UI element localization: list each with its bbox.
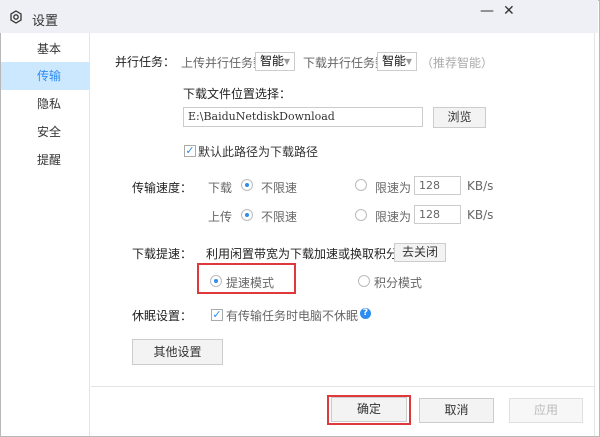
gear-icon	[10, 10, 22, 24]
download-limit-radio[interactable]	[355, 179, 367, 191]
no-sleep-checkbox[interactable]: ✓	[211, 309, 223, 321]
sidebar-item-transfer[interactable]: 传输	[1, 62, 89, 90]
no-sleep-label: 有传输任务时电脑不休眠	[226, 309, 359, 323]
upload-unlimited-radio[interactable]	[241, 209, 253, 221]
points-mode-radio[interactable]	[358, 275, 370, 287]
download-speed-label: 下载	[208, 181, 233, 195]
apply-button[interactable]: 应用	[509, 398, 583, 423]
location-label: 下载文件位置选择：	[183, 87, 292, 101]
boost-label: 下载提速：	[132, 247, 193, 261]
right-divider	[594, 33, 595, 436]
sidebar-item-privacy[interactable]: 隐私	[1, 90, 89, 118]
upload-limit-label: 限速为	[375, 210, 412, 224]
chevron-down-icon: ▼	[283, 57, 290, 66]
footer-divider	[91, 386, 594, 387]
upload-parallel-value: 智能	[260, 54, 285, 68]
download-unlimited-radio[interactable]	[241, 179, 253, 191]
speed-mode-label: 提速模式	[226, 276, 275, 290]
speed-label: 传输速度：	[132, 181, 193, 195]
download-limit-label: 限速为	[375, 181, 412, 195]
default-path-checkbox[interactable]: ✓	[184, 145, 196, 157]
upload-speed-label: 上传	[208, 210, 233, 224]
sidebar-item-basic[interactable]: 基本	[1, 35, 89, 63]
turn-off-boost-button[interactable]: 去关闭	[394, 243, 446, 262]
boost-description: 利用闲置带宽为下载加速或换取积分	[206, 247, 399, 261]
upload-parallel-dropdown[interactable]: 智能 ▼	[255, 52, 295, 71]
upload-limit-radio[interactable]	[355, 209, 367, 221]
help-icon[interactable]: ?	[360, 308, 371, 319]
browse-button[interactable]: 浏览	[433, 107, 486, 128]
upload-unit: KB/s	[467, 208, 494, 222]
sidebar-item-reminder[interactable]: 提醒	[1, 146, 89, 174]
download-parallel-label: 下载并行任务数	[303, 56, 388, 70]
download-parallel-value: 智能	[382, 54, 407, 68]
highlight-box	[327, 395, 411, 425]
settings-window	[0, 0, 600, 437]
download-unlimited-label: 不限速	[261, 181, 298, 195]
sidebar-item-security[interactable]: 安全	[1, 118, 89, 146]
recommend-hint: （推荐智能）	[421, 56, 494, 70]
upload-limit-input[interactable]: 128	[414, 205, 461, 224]
title-bar: 设置 — ✕	[0, 0, 598, 33]
download-path-input[interactable]: E:\BaiduNetdiskDownload	[183, 107, 423, 127]
parallel-label: 并行任务：	[115, 55, 176, 69]
chevron-down-icon: ▼	[405, 57, 412, 66]
download-unit: KB/s	[467, 179, 494, 193]
upload-unlimited-label: 不限速	[261, 210, 298, 224]
speed-mode-radio[interactable]	[210, 275, 222, 287]
default-path-label: 默认此路径为下载路径	[198, 145, 319, 159]
points-mode-label: 积分模式	[374, 276, 423, 290]
sleep-label: 休眠设置：	[132, 309, 193, 323]
close-button[interactable]: ✕	[503, 3, 515, 19]
download-limit-input[interactable]: 128	[414, 176, 461, 195]
other-settings-button[interactable]: 其他设置	[132, 339, 223, 365]
download-parallel-dropdown[interactable]: 智能 ▼	[377, 52, 417, 71]
upload-parallel-label: 上传并行任务数	[181, 56, 266, 70]
window-title: 设置	[32, 14, 59, 29]
minimize-button[interactable]: —	[480, 3, 494, 19]
cancel-button[interactable]: 取消	[419, 398, 494, 423]
